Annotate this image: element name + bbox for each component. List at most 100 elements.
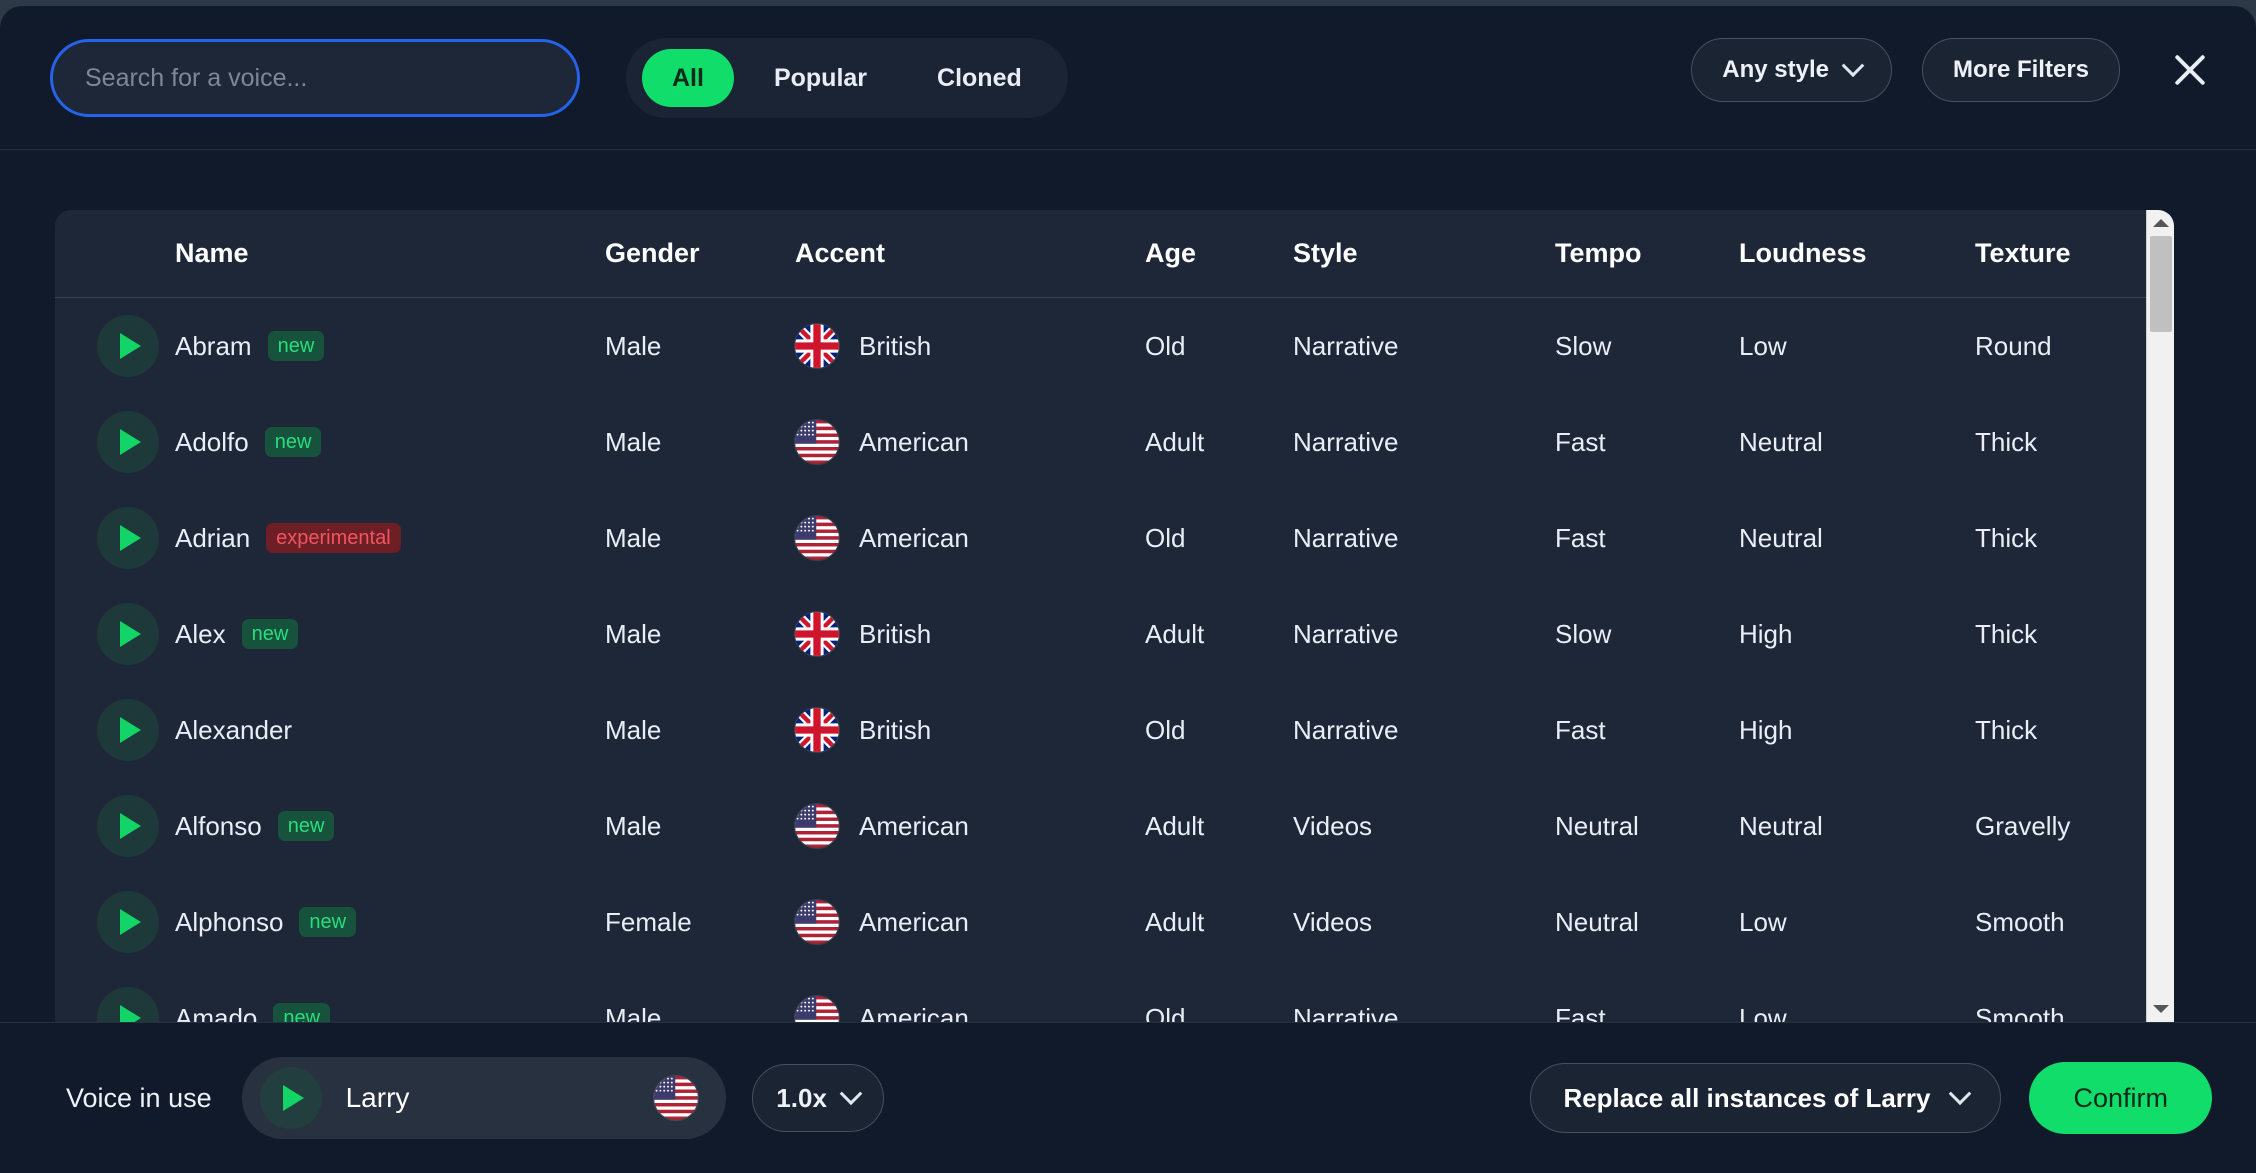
table-row[interactable]: AlexanderMaleBritishOldNarrativeFastHigh… [55,682,2174,778]
cell-name: Alfonsonew [175,811,605,842]
cell-tempo: Neutral [1555,811,1739,842]
close-icon[interactable] [2162,42,2218,98]
cell-style: Videos [1293,907,1555,938]
playback-speed-label: 1.0x [776,1083,827,1114]
voice-name: Alexander [175,715,292,746]
gb-flag-icon [795,324,839,368]
cell-accent: American [795,996,1145,1022]
cell-texture: Round [1975,331,2174,362]
cell-style: Narrative [1293,715,1555,746]
play-icon[interactable] [97,507,159,569]
cell-name: Alphonsonew [175,907,605,938]
column-header-texture[interactable]: Texture [1975,238,2174,269]
cell-style: Narrative [1293,427,1555,458]
scroll-up-arrow-icon[interactable] [2147,210,2175,236]
accent-label: American [859,1003,969,1023]
play-icon[interactable] [97,603,159,665]
cell-accent: American [795,516,1145,560]
voice-name: Adrian [175,523,250,554]
voice-name: Alphonso [175,907,283,938]
search-input[interactable] [50,39,580,117]
row-play-cell [105,315,175,377]
cell-tempo: Slow [1555,619,1739,650]
play-icon[interactable] [97,891,159,953]
tab-cloned[interactable]: Cloned [907,49,1052,107]
column-header-loudness[interactable]: Loudness [1739,238,1975,269]
table-row[interactable]: AmadonewMaleAmericanOldNarrativeFastLowS… [55,970,2174,1022]
accent-label: British [859,331,931,362]
table-row[interactable]: AlphonsonewFemaleAmericanAdultVideosNeut… [55,874,2174,970]
cell-loudness: Low [1739,1003,1975,1023]
tab-all[interactable]: All [642,49,734,107]
column-header-age[interactable]: Age [1145,238,1293,269]
cell-gender: Male [605,523,795,554]
cell-gender: Male [605,1003,795,1023]
replace-scope-dropdown[interactable]: Replace all instances of Larry [1530,1063,2001,1133]
any-style-dropdown[interactable]: Any style [1691,38,1892,102]
cell-texture: Thick [1975,427,2174,458]
playback-speed-dropdown[interactable]: 1.0x [752,1064,884,1132]
scrollbar-track[interactable] [2147,236,2175,996]
play-icon[interactable] [97,987,159,1022]
table-row[interactable]: AlfonsonewMaleAmericanAdultVideosNeutral… [55,778,2174,874]
cell-gender: Male [605,715,795,746]
column-header-tempo[interactable]: Tempo [1555,238,1739,269]
cell-gender: Male [605,811,795,842]
more-filters-button[interactable]: More Filters [1922,38,2120,102]
column-header-name[interactable]: Name [175,238,605,269]
column-header-gender[interactable]: Gender [605,238,795,269]
cell-age: Old [1145,715,1293,746]
row-play-cell [105,891,175,953]
us-flag-icon [654,1076,698,1120]
cell-accent: British [795,708,1145,752]
cell-texture: Smooth [1975,907,2174,938]
table-scrollbar[interactable] [2146,210,2174,1022]
confirm-button[interactable]: Confirm [2029,1062,2212,1134]
row-play-cell [105,987,175,1022]
play-icon[interactable] [97,411,159,473]
cell-tempo: Fast [1555,715,1739,746]
voice-in-use-label: Voice in use [66,1083,212,1114]
accent-label: American [859,811,969,842]
us-flag-icon [795,516,839,560]
cell-style: Narrative [1293,331,1555,362]
table-row[interactable]: AlexnewMaleBritishAdultNarrativeSlowHigh… [55,586,2174,682]
column-header-accent[interactable]: Accent [795,238,1145,269]
table-row[interactable]: AdolfonewMaleAmericanAdultNarrativeFastN… [55,394,2174,490]
chevron-down-icon [1842,54,1865,77]
scroll-down-arrow-icon[interactable] [2147,996,2175,1022]
cell-accent: American [795,804,1145,848]
play-icon[interactable] [97,795,159,857]
cell-tempo: Fast [1555,1003,1739,1023]
tab-popular[interactable]: Popular [744,49,897,107]
cell-age: Old [1145,523,1293,554]
play-icon[interactable] [260,1067,322,1129]
cell-name: Adolfonew [175,427,605,458]
accent-label: British [859,715,931,746]
table-row[interactable]: AbramnewMaleBritishOldNarrativeSlowLowRo… [55,298,2174,394]
cell-tempo: Fast [1555,523,1739,554]
cell-texture: Thick [1975,523,2174,554]
play-icon[interactable] [97,315,159,377]
cell-loudness: Neutral [1739,811,1975,842]
table-row[interactable]: AdrianexperimentalMaleAmericanOldNarrati… [55,490,2174,586]
gb-flag-icon [795,708,839,752]
cell-gender: Male [605,427,795,458]
column-header-style[interactable]: Style [1293,238,1555,269]
cell-style: Narrative [1293,523,1555,554]
replace-scope-label: Replace all instances of Larry [1563,1083,1930,1114]
current-voice-pill[interactable]: Larry [242,1057,726,1139]
cell-texture: Gravelly [1975,811,2174,842]
voice-table-body: AbramnewMaleBritishOldNarrativeSlowLowRo… [55,298,2174,1022]
cell-accent: American [795,420,1145,464]
cell-loudness: High [1739,619,1975,650]
scrollbar-thumb[interactable] [2150,236,2172,332]
cell-age: Old [1145,331,1293,362]
voice-name: Adolfo [175,427,249,458]
cell-name: Amadonew [175,1003,605,1023]
voice-picker-modal: AllPopularCloned Any style More Filters … [0,6,2256,1173]
voice-name: Amado [175,1003,257,1023]
search-field-wrapper [50,39,580,117]
voice-badge: new [242,619,299,649]
play-icon[interactable] [97,699,159,761]
